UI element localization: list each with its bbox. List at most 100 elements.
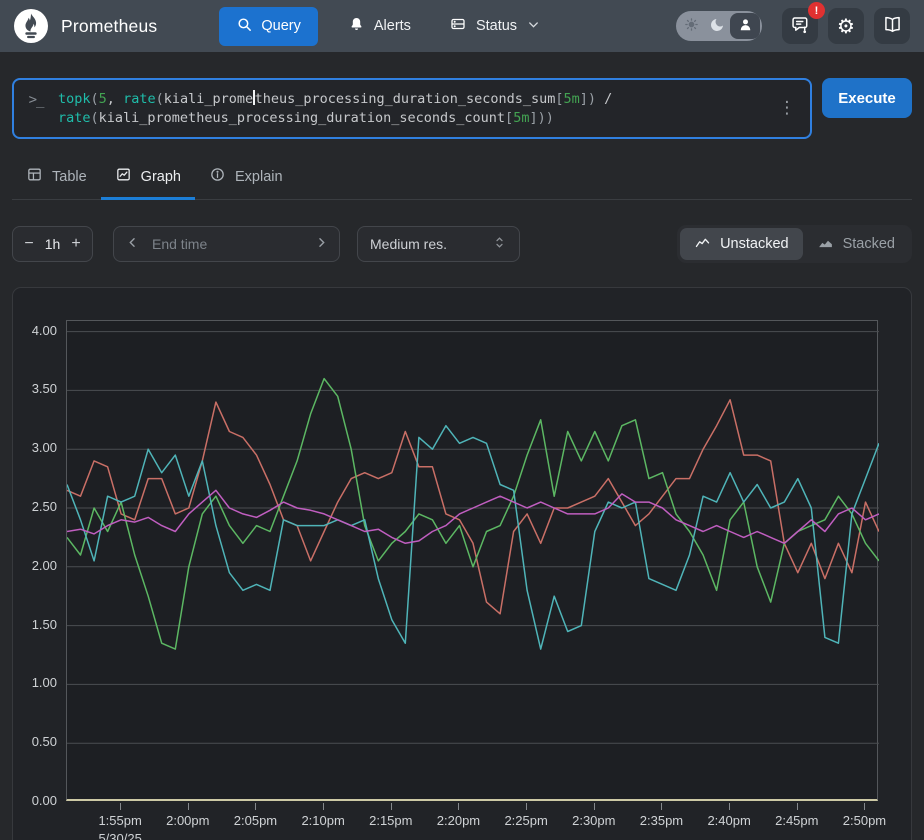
theme-dark-button[interactable] (704, 13, 730, 39)
moon-icon (709, 17, 725, 36)
x-axis-tick (323, 803, 324, 810)
documentation-button[interactable] (874, 8, 910, 44)
query-token: ( (156, 91, 164, 107)
x-axis-tick (594, 803, 595, 810)
x-axis-label: 2:05pm (234, 813, 277, 828)
query-token: theus_processing_duration_seconds_sum (255, 91, 556, 107)
settings-button[interactable]: ⚙ (828, 8, 864, 44)
server-icon (449, 15, 467, 37)
query-token: ( (91, 110, 99, 126)
end-time-back-button[interactable] (120, 230, 144, 258)
tab-graph[interactable]: Graph (101, 157, 195, 199)
y-axis-label: 3.00 (13, 439, 57, 457)
x-axis-tick (661, 803, 662, 810)
theme-toggle (676, 11, 762, 41)
execute-button[interactable]: Execute (822, 78, 912, 118)
x-axis-tick (864, 803, 865, 810)
theme-light-button[interactable] (678, 13, 704, 39)
person-icon (737, 16, 754, 36)
graph-icon (115, 166, 132, 187)
y-axis-label: 3.50 (13, 380, 57, 398)
panel-tabs: Table Graph Explain (12, 157, 912, 200)
bell-icon (348, 16, 365, 37)
chevron-down-icon (526, 17, 541, 36)
stacked-button[interactable]: Stacked (803, 228, 909, 260)
y-axis-label: 0.50 (13, 733, 57, 751)
x-axis-label: 2:10pm (301, 813, 344, 828)
x-axis-tick (391, 803, 392, 810)
x-axis-tick (188, 803, 189, 810)
editor-menu-button[interactable]: ⋮ (774, 90, 800, 118)
prometheus-logo[interactable] (14, 9, 48, 43)
chart-svg (67, 321, 879, 802)
series-line-2 (67, 426, 879, 649)
search-icon (236, 16, 253, 37)
nav-query-button[interactable]: Query (219, 7, 318, 46)
query-token: ) (588, 91, 596, 107)
chat-alert-icon (790, 14, 811, 38)
y-axis-label: 1.00 (13, 674, 57, 692)
x-axis-label: 2:00pm (166, 813, 209, 828)
query-token: topk (58, 91, 91, 107)
query-line-1: topk(5, rate(kiali_prometheus_processing… (58, 90, 774, 109)
query-editor[interactable]: >_ topk(5, rate(kiali_prometheus_process… (12, 78, 812, 139)
x-axis-label: 2:45pm (775, 813, 818, 828)
chart-plot-area[interactable] (66, 320, 878, 801)
x-axis-label: 2:15pm (369, 813, 412, 828)
query-token: 5m (513, 110, 529, 126)
x-axis-tick (797, 803, 798, 810)
gear-icon: ⚙ (837, 16, 855, 36)
end-time-input[interactable]: End time (144, 236, 309, 252)
nav-status[interactable]: Status (449, 15, 541, 37)
x-axis-tick (729, 803, 730, 810)
info-icon (209, 166, 226, 187)
query-token: )) (538, 110, 554, 126)
unstacked-button[interactable]: Unstacked (680, 228, 803, 260)
app-title: Prometheus (61, 16, 157, 37)
graph-controls: − 1h + End time Medium res. (12, 225, 912, 263)
x-axis-tick (120, 803, 121, 810)
notifications-button[interactable]: ! (782, 8, 818, 44)
x-axis-label: 2:20pm (437, 813, 480, 828)
x-axis-label: 2:30pm (572, 813, 615, 828)
nav-alerts[interactable]: Alerts (348, 16, 411, 37)
range-decrease-button[interactable]: − (16, 230, 42, 258)
navbar-right: ! ⚙ (676, 8, 910, 44)
query-token: 5m (564, 91, 580, 107)
chevron-right-icon (314, 235, 329, 253)
x-axis-tick (526, 803, 527, 810)
range-value[interactable]: 1h (45, 236, 61, 252)
query-token: ( (91, 91, 99, 107)
book-icon (882, 14, 903, 38)
tab-explain[interactable]: Explain (195, 157, 297, 199)
tab-table[interactable]: Table (12, 157, 101, 199)
query-token: [ (505, 110, 513, 126)
resolution-select[interactable]: Medium res. (357, 226, 520, 262)
x-axis-label: 1:55pm (98, 813, 141, 828)
line-chart-icon (694, 234, 711, 255)
y-axis-label: 2.00 (13, 557, 57, 575)
y-axis-label: 2.50 (13, 498, 57, 516)
chevron-left-icon (125, 235, 140, 253)
y-axis-label: 4.00 (13, 322, 57, 340)
x-axis-label: 2:35pm (640, 813, 683, 828)
end-time-forward-button[interactable] (309, 230, 333, 258)
query-token: , (107, 91, 123, 107)
series-line-0 (67, 400, 879, 614)
graph-panel: 0.000.501.001.502.002.503.003.504.001:55… (12, 287, 912, 840)
notification-badge: ! (808, 2, 825, 19)
x-axis-label: 2:50pm (843, 813, 886, 828)
range-increase-button[interactable]: + (63, 230, 89, 258)
query-token: ] (529, 110, 537, 126)
theme-auto-button[interactable] (730, 13, 760, 39)
x-axis-tick (255, 803, 256, 810)
query-token: / (596, 91, 612, 107)
query-token: 5 (99, 91, 107, 107)
query-row: >_ topk(5, rate(kiali_prometheus_process… (12, 78, 912, 139)
range-control: − 1h + (12, 226, 93, 262)
query-token: kiali_prometheus_processing_duration_sec… (99, 110, 505, 126)
query-token: ] (580, 91, 588, 107)
terminal-prompt-icon: >_ (14, 90, 58, 108)
navbar: Prometheus Query Alerts Status (0, 0, 924, 52)
query-expression[interactable]: topk(5, rate(kiali_prometheus_processing… (58, 90, 774, 128)
